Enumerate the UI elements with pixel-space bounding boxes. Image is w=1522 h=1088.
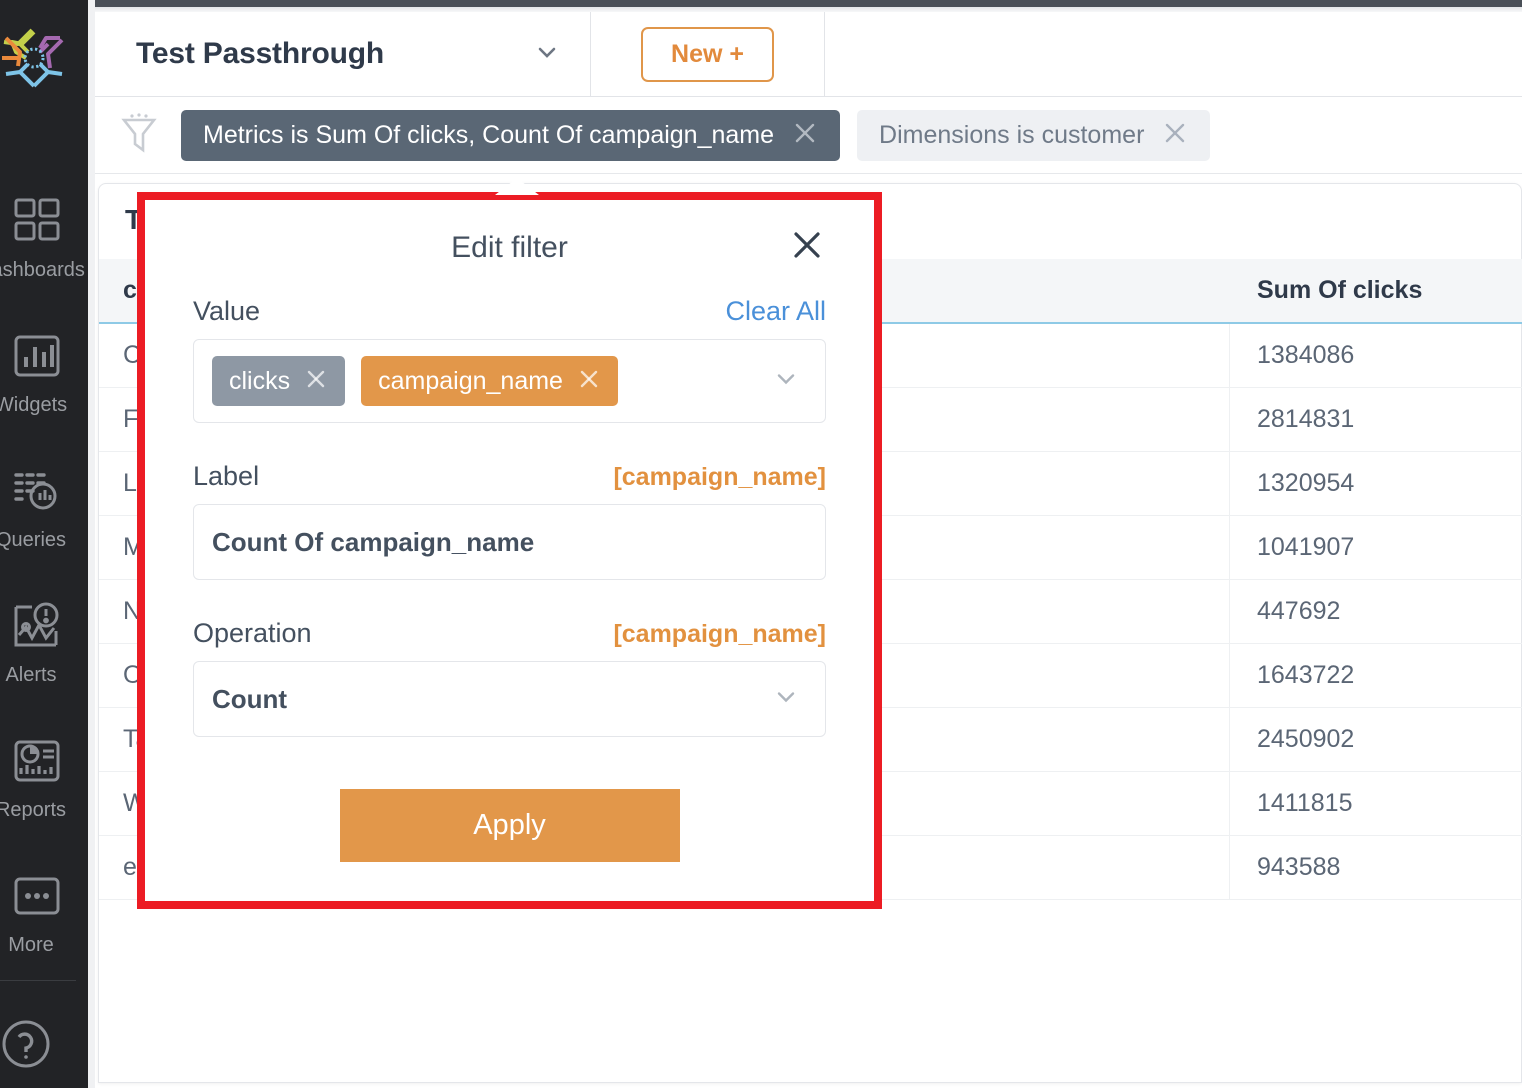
app-header: Test Passthrough New + xyxy=(95,12,1522,97)
sidebar-divider xyxy=(0,980,76,981)
cell-sum-of-clicks: 1643722 xyxy=(1229,661,1522,690)
chevron-down-icon[interactable] xyxy=(771,682,801,717)
sidebar-item-label: Dashboards xyxy=(0,259,85,282)
new-button-cell: New + xyxy=(591,12,825,96)
chevron-down-icon[interactable] xyxy=(532,37,562,72)
value-tag-label: clicks xyxy=(229,367,290,396)
value-label: Value xyxy=(193,296,260,327)
query-search-icon xyxy=(11,465,63,517)
help-button[interactable] xyxy=(0,1015,88,1078)
filter-chip-label: Dimensions is customer xyxy=(879,121,1144,150)
operation-field-header: Operation [campaign_name] xyxy=(193,618,826,649)
close-icon[interactable] xyxy=(786,224,828,266)
cell-sum-of-clicks: 1384086 xyxy=(1229,341,1522,370)
cell-sum-of-clicks: 447692 xyxy=(1229,597,1522,626)
sidebar-item-more[interactable]: More xyxy=(0,870,88,1005)
operation-select[interactable]: Count xyxy=(193,661,826,737)
filter-chip-dimensions[interactable]: Dimensions is customer xyxy=(857,110,1210,161)
apply-button[interactable]: Apply xyxy=(340,789,680,862)
window-top-strip xyxy=(0,0,1522,7)
sidebar-edge xyxy=(88,0,95,1088)
value-tag-list: clicks campaign_name xyxy=(212,356,618,406)
cell-sum-of-clicks: 2814831 xyxy=(1229,405,1522,434)
close-icon[interactable] xyxy=(792,120,818,151)
edit-filter-modal: Edit filter Value Clear All clicks xyxy=(137,192,882,909)
sidebar-item-label: More xyxy=(8,934,54,957)
filter-chip-metrics[interactable]: Metrics is Sum Of clicks, Count Of campa… xyxy=(181,110,840,161)
chevron-down-icon[interactable] xyxy=(771,364,801,399)
modal-title: Edit filter xyxy=(451,231,568,265)
help-question-icon xyxy=(0,1015,58,1078)
clear-all-link[interactable]: Clear All xyxy=(725,296,826,327)
table-column-divider xyxy=(1229,324,1230,900)
sidebar-item-alerts[interactable]: Alerts xyxy=(0,600,88,735)
operation-selected-value: Count xyxy=(212,684,807,715)
sidebar-item-widgets[interactable]: Widgets xyxy=(0,330,88,465)
sidebar-nav: Dashboards Widgets xyxy=(0,195,88,1005)
operation-field-label: Operation xyxy=(193,618,312,649)
modal-header: Edit filter xyxy=(193,200,826,296)
close-icon[interactable] xyxy=(577,367,601,396)
label-field-label: Label xyxy=(193,461,259,492)
sidebar-item-label: Reports xyxy=(0,799,66,822)
app-root: Dashboards Widgets xyxy=(0,0,1522,1088)
label-field-hint: [campaign_name] xyxy=(613,463,826,492)
left-sidebar: Dashboards Widgets xyxy=(0,0,88,1088)
label-input[interactable] xyxy=(212,527,807,558)
value-tag-campaign-name[interactable]: campaign_name xyxy=(361,356,618,406)
close-icon[interactable] xyxy=(304,367,328,396)
sidebar-item-label: Widgets xyxy=(0,394,67,417)
value-tag-clicks[interactable]: clicks xyxy=(212,356,345,406)
cell-sum-of-clicks: 1320954 xyxy=(1229,469,1522,498)
sidebar-item-dashboards[interactable]: Dashboards xyxy=(0,195,88,330)
value-multiselect[interactable]: clicks campaign_name xyxy=(193,339,826,423)
popover-pointer xyxy=(495,178,539,195)
grid-icon xyxy=(11,195,63,247)
bar-chart-icon xyxy=(11,330,63,382)
label-input-wrapper[interactable] xyxy=(193,504,826,580)
brand-star-logo[interactable] xyxy=(0,18,74,98)
sidebar-item-label: Alerts xyxy=(5,664,56,687)
new-button[interactable]: New + xyxy=(641,27,774,82)
value-tag-label: campaign_name xyxy=(378,367,563,396)
filter-bar: Metrics is Sum Of clicks, Count Of campa… xyxy=(95,98,1522,174)
column-header-metric[interactable]: Sum Of clicks xyxy=(1229,276,1522,305)
dashboard-selector[interactable]: Test Passthrough xyxy=(95,12,591,96)
cell-sum-of-clicks: 1411815 xyxy=(1229,789,1522,818)
sidebar-item-reports[interactable]: Reports xyxy=(0,735,88,870)
alert-trend-icon xyxy=(11,600,63,652)
sidebar-item-label: Queries xyxy=(0,529,66,552)
value-field-header: Value Clear All xyxy=(193,296,826,327)
funnel-icon[interactable] xyxy=(117,108,161,163)
close-icon[interactable] xyxy=(1162,120,1188,151)
operation-field-hint: [campaign_name] xyxy=(613,620,826,649)
sidebar-item-queries[interactable]: Queries xyxy=(0,465,88,600)
cell-sum-of-clicks: 2450902 xyxy=(1229,725,1522,754)
ellipsis-icon xyxy=(11,870,63,922)
filter-chip-label: Metrics is Sum Of clicks, Count Of campa… xyxy=(203,121,774,150)
page-title: Test Passthrough xyxy=(136,37,384,71)
report-clock-icon xyxy=(11,735,63,787)
cell-sum-of-clicks: 943588 xyxy=(1229,853,1522,882)
cell-sum-of-clicks: 1041907 xyxy=(1229,533,1522,562)
label-field-header: Label [campaign_name] xyxy=(193,461,826,492)
